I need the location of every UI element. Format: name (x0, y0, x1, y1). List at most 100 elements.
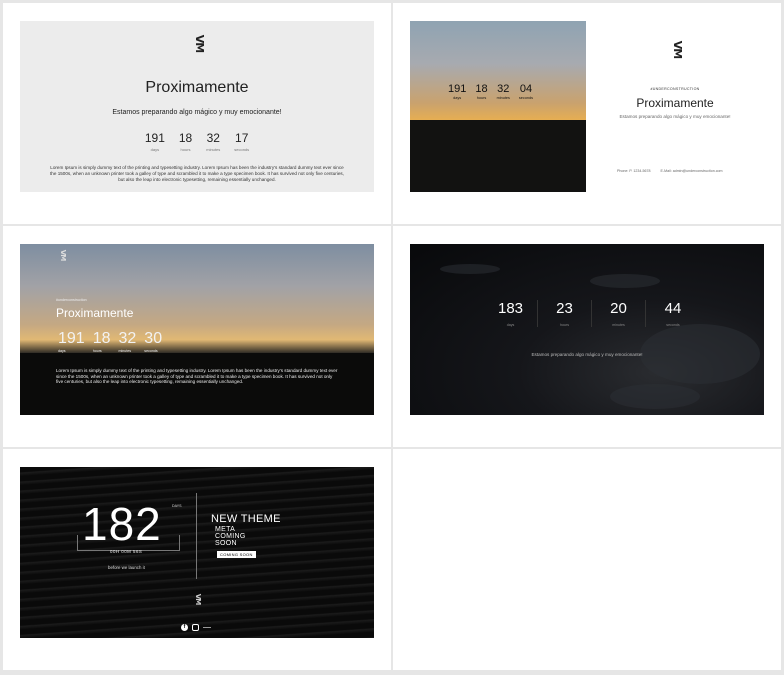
meta-line: COMING (215, 533, 246, 540)
countdown-seconds: 30 seconds (144, 330, 162, 353)
coming-soon-button[interactable]: COMING SOON (217, 551, 256, 558)
body-text: Lorem Ipsum is simply dummy text of the … (56, 368, 338, 385)
countdown-days: 183 days (484, 300, 538, 327)
template-preview-sunset[interactable]: VM #underconstruction Proximamente 191 da… (20, 244, 374, 415)
meta-text: META COMING SOON (215, 526, 246, 547)
countdown-unit: hours (92, 349, 102, 353)
meta-line: SOON (215, 540, 237, 547)
countdown: 191 days 18 hours 32 minutes 17 seconds (20, 131, 374, 152)
template-preview-dark-water[interactable]: 183 days 23 hours 20 minutes 44 seconds Esta… (410, 244, 764, 415)
countdown-unit: minutes (612, 323, 625, 327)
template-preview-light[interactable]: VM Proximamente Estamos preparando algo … (20, 21, 374, 192)
countdown-minutes: 32 minutes (206, 131, 220, 152)
email-link[interactable]: E-Mail: admin@underconstruction.com (661, 169, 723, 173)
countdown-unit: days (58, 349, 66, 353)
facebook-icon[interactable]: f (181, 624, 188, 631)
countdown-value: 20 (610, 300, 627, 317)
gallery-cell-2[interactable]: 191 days 18 hours 32 minutes 04 seconds VM #… (393, 3, 781, 224)
gallery-cell-5[interactable]: 182 DAYS 00H 00M 56S before we launch it… (3, 449, 391, 670)
countdown-unit: days (150, 147, 160, 152)
kicker-text: #underconstruction (56, 298, 87, 302)
tree-silhouette (410, 120, 586, 192)
template-gallery: VM Proximamente Estamos preparando algo … (3, 3, 781, 672)
gallery-cell-3[interactable]: VM #underconstruction Proximamente 191 da… (3, 226, 391, 447)
countdown-value: 18 (92, 330, 111, 347)
template-preview-split[interactable]: 191 days 18 hours 32 minutes 04 seconds VM #… (410, 21, 764, 192)
page-subtitle: Estamos preparando algo mágico y muy emo… (531, 352, 643, 357)
countdown-hours: 18 hours (179, 131, 192, 152)
countdown-value: 191 (144, 131, 165, 145)
social-links: f (181, 624, 211, 631)
page-title: Proximamente (56, 306, 134, 320)
divider-line (203, 627, 211, 628)
countdown-days: 191 days (448, 83, 466, 100)
page-subtitle: Estamos preparando algo mágico y muy emo… (112, 109, 282, 116)
countdown-unit: seconds (666, 323, 680, 327)
countdown-hours: 18 hours (475, 83, 487, 100)
time-counter: 00H 00M 56S (110, 549, 143, 554)
countdown-minutes: 32 minutes (497, 83, 510, 100)
countdown-value: 23 (556, 300, 573, 317)
brand-logo: VM (193, 34, 207, 53)
template-preview-black-theme[interactable]: 182 DAYS 00H 00M 56S before we launch it… (20, 467, 374, 638)
sunset-photo: 191 days 18 hours 32 minutes 04 seconds (410, 21, 586, 192)
page-subtitle: Estamos preparando algo mágico y muy emo… (619, 114, 731, 119)
gallery-cell-4[interactable]: 183 days 23 hours 20 minutes 44 seconds Esta… (393, 226, 781, 447)
countdown-value: 191 (58, 330, 85, 347)
countdown-hours: 18 hours (93, 330, 111, 353)
gallery-cell-empty (393, 449, 781, 670)
countdown-value: 32 (118, 330, 137, 347)
countdown-value: 183 (497, 300, 524, 317)
countdown-unit: seconds (518, 96, 534, 100)
countdown-value: 17 (235, 131, 249, 145)
countdown-unit: minutes (118, 349, 132, 353)
countdown: 183 days 23 hours 20 minutes 44 seconds (484, 300, 700, 327)
countdown-minutes: 32 minutes (119, 330, 137, 353)
meta-line: META (215, 526, 236, 533)
brand-logo: VM (671, 40, 685, 59)
kicker-text: #UNDERCONSTRUCTION (650, 87, 700, 91)
countdown-unit: minutes (496, 96, 510, 100)
phone-text: Phone: P. 1234-5678 (617, 169, 651, 173)
countdown-value: 44 (664, 300, 682, 317)
countdown-unit: seconds (234, 147, 250, 152)
countdown-value: 04 (519, 83, 533, 95)
countdown-unit: hours (180, 147, 191, 152)
page-title: Proximamente (145, 79, 249, 96)
countdown-minutes: 20 minutes (592, 300, 646, 327)
countdown: 191 days 18 hours 32 minutes 04 seconds (448, 83, 533, 100)
countdown-days: 191 days (145, 131, 165, 152)
body-text: Lorem Ipsum is simply dummy text of the … (50, 165, 344, 182)
gallery-cell-1[interactable]: VM Proximamente Estamos preparando algo … (3, 3, 391, 224)
countdown-days: 191 days (58, 330, 85, 353)
brand-logo: VM (59, 249, 68, 261)
countdown-seconds: 17 seconds (234, 131, 249, 152)
countdown-unit: days (453, 96, 462, 100)
contact-info: Phone: P. 1234-5678 E-Mail: admin@underc… (617, 169, 723, 173)
countdown-seconds: 44 seconds (646, 300, 700, 327)
page-title: Proximamente (636, 96, 714, 110)
countdown-unit: minutes (206, 147, 221, 152)
countdown-value: 18 (178, 131, 193, 145)
countdown-value: 18 (475, 83, 488, 95)
days-label: DAYS (172, 504, 182, 508)
countdown-value: 30 (144, 330, 163, 347)
water-reflection (590, 274, 660, 288)
launch-text: before we launch it (108, 565, 145, 570)
countdown-unit: days (506, 323, 515, 327)
water-reflection (440, 264, 500, 274)
theme-heading: NEW THEME (211, 513, 281, 525)
brand-logo: VM (194, 593, 203, 605)
countdown-value: 32 (206, 131, 220, 145)
instagram-icon[interactable] (192, 624, 199, 631)
countdown-unit: seconds (144, 349, 158, 353)
countdown-hours: 23 hours (538, 300, 592, 327)
water-reflection (610, 384, 700, 409)
divider (196, 493, 197, 579)
countdown-value: 191 (448, 83, 467, 95)
countdown-unit: hours (560, 323, 569, 327)
countdown-value: 32 (497, 83, 510, 95)
countdown-unit: hours (476, 96, 487, 100)
countdown: 191 days 18 hours 32 minutes 30 seconds (58, 330, 162, 353)
countdown-seconds: 04 seconds (519, 83, 533, 100)
